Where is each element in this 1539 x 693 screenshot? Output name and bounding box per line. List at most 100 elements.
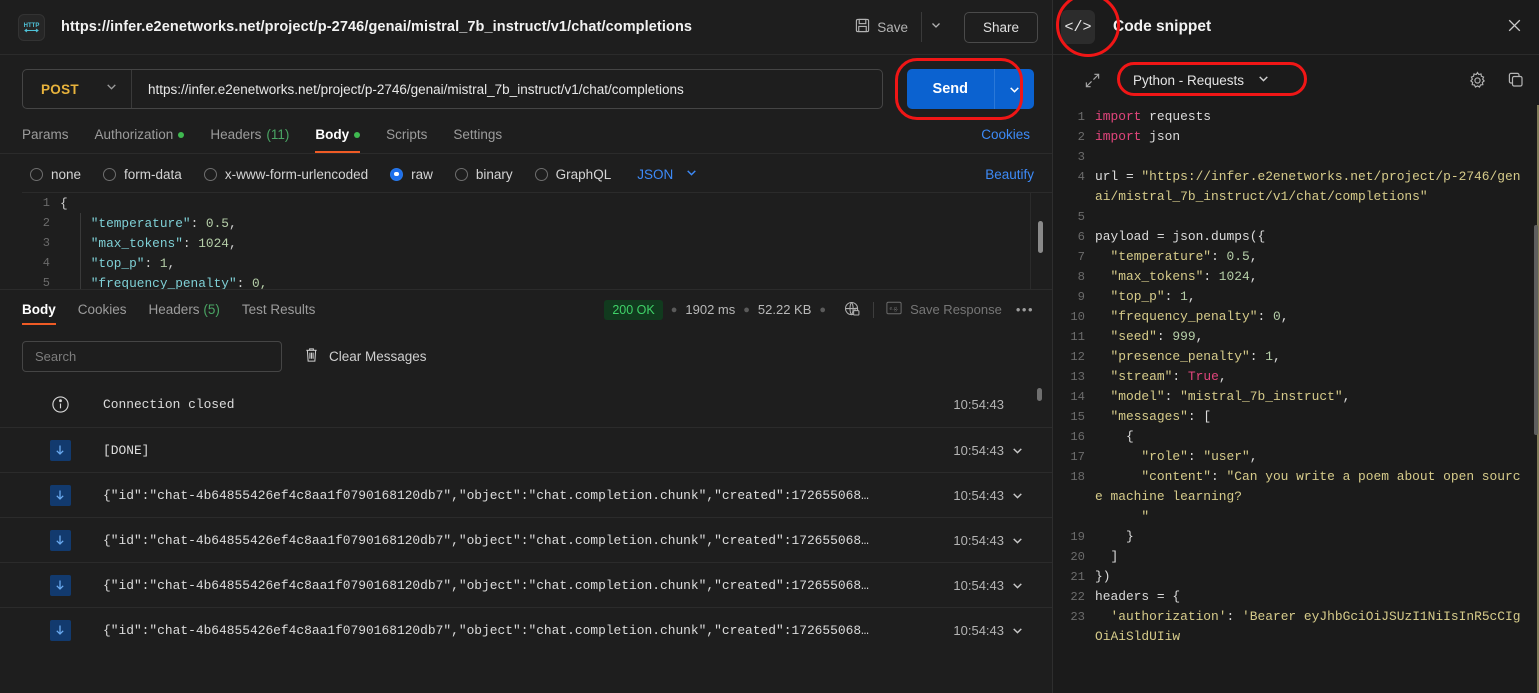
line-number: 17 [1070,450,1085,464]
message-expand-caret[interactable] [1004,534,1030,547]
download-icon-wrap [44,619,76,641]
editor-scrollbar-thumb[interactable] [1038,221,1043,253]
message-row[interactable]: [DONE] 10:54:43 [0,427,1052,472]
response-tab-cookies[interactable]: Cookies [67,291,138,328]
globe-lock-icon[interactable] [844,301,861,318]
message-expand-caret[interactable] [1004,444,1030,457]
tab-headers[interactable]: Headers (11) [197,121,302,153]
copy-icon[interactable] [1507,71,1525,89]
search-input[interactable] [22,341,282,372]
method-selector[interactable]: POST [23,70,132,108]
message-expand-caret[interactable] [1004,579,1030,592]
response-tab-headers[interactable]: Headers (5) [138,291,231,328]
svg-text:e.g.: e.g. [890,305,899,312]
line-number: 13 [1070,370,1085,384]
send-button[interactable]: Send [906,69,994,109]
save-button[interactable]: Save [846,12,917,42]
save-response-button[interactable]: e.g. Save Response [886,301,1002,318]
message-timestamp: 10:54:43 [953,577,1004,593]
line-number: 2 [42,216,50,230]
line-number: 16 [1070,430,1085,444]
line-number: 1 [42,196,50,210]
message-row[interactable]: Connection closed 10:54:43 [0,382,1052,427]
tab-label: Headers [148,302,200,317]
snippet-code-line: 5 [1053,207,1539,227]
more-options-icon[interactable]: ••• [1016,302,1034,317]
code-snippet-icon[interactable]: </> [1061,10,1095,44]
message-expand-caret[interactable] [1004,489,1030,502]
line-text: import requests [1095,109,1212,124]
message-timestamp: 10:54:43 [953,442,1004,458]
cookies-link[interactable]: Cookies [981,127,1030,153]
message-row[interactable]: {"id":"chat-4b64855426ef4c8aa1f079016812… [0,562,1052,607]
body-type-none[interactable]: none [30,167,81,182]
body-format-label: JSON [637,166,674,182]
message-text: {"id":"chat-4b64855426ef4c8aa1f079016812… [103,622,869,638]
line-text [1095,147,1109,167]
snippet-scroll-rail[interactable] [1533,105,1539,693]
response-meta: 200 OK ● 1902 ms ● 52.22 KB ● e.g. Save … [604,299,1034,320]
body-type-graphql[interactable]: GraphQL [534,167,611,182]
messages-scrollbar-thumb[interactable] [1037,388,1042,401]
clear-messages-button[interactable]: Clear Messages [304,347,427,366]
language-selector[interactable]: Python - Requests [1129,67,1274,93]
tab-label: Authorization [94,127,174,142]
modified-dot-icon [354,131,361,138]
line-text: "top_p": 1, [1095,289,1196,304]
message-row[interactable]: {"id":"chat-4b64855426ef4c8aa1f079016812… [0,517,1052,562]
line-number: 22 [1070,590,1085,604]
message-row[interactable]: {"id":"chat-4b64855426ef4c8aa1f079016812… [0,472,1052,517]
body-type-form-data[interactable]: form-data [103,167,182,182]
request-body-editor[interactable]: 1{2 "temperature": 0.5, 3 "max_tokens": 1… [22,192,1052,289]
tab-authorization[interactable]: Authorization [82,121,198,153]
tab-label: Cookies [77,302,127,317]
tab-params[interactable]: Params [22,121,82,153]
body-format-selector[interactable]: JSON [637,166,698,182]
line-text: url = "https://infer.e2enetworks.net/pro… [1095,169,1521,204]
tab-settings[interactable]: Settings [440,121,515,153]
modified-dot-icon [178,131,185,138]
line-text: "role": "user", [1095,449,1258,464]
code-snippet-toolbar: Python - Requests [1053,55,1539,105]
snippet-code-line: 1 import requests [1053,107,1539,127]
snippet-code-line: 20 ] [1053,547,1539,567]
line-text: "model": "mistral_7b_instruct", [1095,389,1351,404]
line-text: payload = json.dumps({ [1095,229,1266,244]
line-number: 1 [1077,110,1085,124]
close-icon[interactable] [1506,17,1523,37]
tab-body[interactable]: Body [302,121,373,153]
line-number: 5 [42,276,50,289]
code-snippet-content[interactable]: 1 import requests 2 import json 3 4 url = "htt… [1053,105,1539,693]
snippet-tools [1468,70,1525,90]
share-button[interactable]: Share [963,11,1038,43]
body-type-binary[interactable]: binary [454,167,513,182]
response-tab-test-results[interactable]: Test Results [231,291,327,328]
radio-icon [203,167,217,181]
line-number: 4 [42,256,50,270]
beautify-button[interactable]: Beautify [985,167,1034,182]
download-arrow-icon [49,574,71,596]
save-response-label: Save Response [910,302,1002,317]
radio-icon [534,167,548,181]
line-number: 21 [1070,570,1085,584]
response-tab-body[interactable]: Body [22,291,67,328]
body-type-raw[interactable]: raw [390,167,433,182]
send-options-caret[interactable] [994,69,1034,109]
radio-icon [454,167,468,181]
trash-icon [304,347,319,366]
body-type-urlencoded[interactable]: x-www-form-urlencoded [203,167,368,182]
save-options-caret[interactable] [920,12,950,42]
message-timestamp: 10:54:43 [953,487,1004,503]
radio-icon [30,167,43,181]
message-expand-caret[interactable] [1004,624,1030,637]
snippet-code-line: 14 "model": "mistral_7b_instruct", [1053,387,1539,407]
tab-label: Settings [453,127,503,142]
snippet-code-line: 15 "messages": [ [1053,407,1539,427]
settings-gear-icon[interactable] [1468,70,1487,90]
url-input[interactable] [131,81,882,97]
snippet-scrollbar-thumb[interactable] [1534,225,1538,435]
expand-collapse-icon[interactable] [1075,72,1109,89]
message-row[interactable]: {"id":"chat-4b64855426ef4c8aa1f079016812… [0,607,1052,652]
line-text [1095,207,1109,227]
tab-scripts[interactable]: Scripts [373,121,440,153]
